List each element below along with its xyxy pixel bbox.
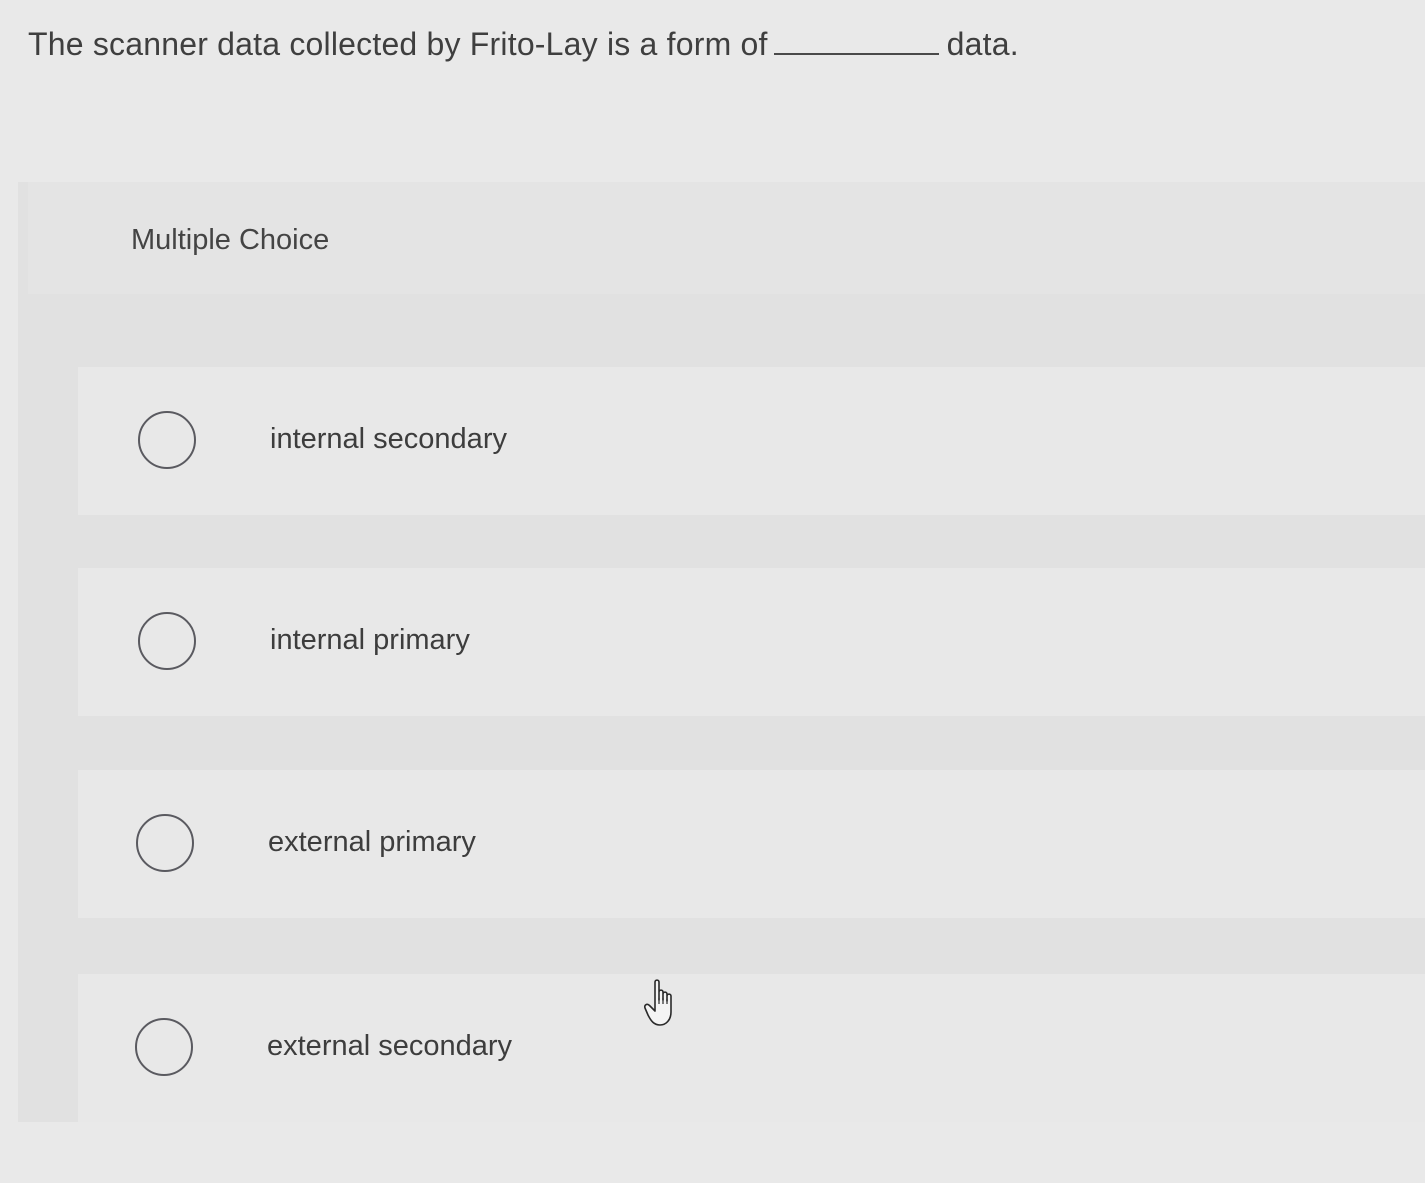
option-label: external primary — [268, 826, 476, 858]
hand-pointer-icon — [644, 979, 672, 1026]
question-type-label: Multiple Choice — [131, 224, 330, 256]
multiple-choice-panel: Multiple Choice internal secondary inter… — [18, 182, 1425, 1122]
panel-header: Multiple Choice — [28, 182, 1425, 294]
radio-button[interactable] — [138, 411, 196, 469]
radio-button[interactable] — [135, 1018, 193, 1076]
option-label: external secondary — [267, 1030, 513, 1062]
option-label: internal secondary — [270, 423, 507, 455]
option-internal-secondary[interactable]: internal secondary — [78, 367, 1425, 515]
question-blank — [773, 27, 939, 55]
question-text-after: data. — [946, 26, 1019, 62]
question-text-before: The scanner data collected by Frito-Lay … — [28, 26, 768, 62]
question-text: The scanner data collected by Frito-Lay … — [28, 26, 1019, 63]
option-internal-primary[interactable]: internal primary — [78, 568, 1425, 716]
option-external-secondary[interactable]: external secondary — [78, 974, 1425, 1122]
radio-button[interactable] — [138, 612, 196, 670]
option-external-primary[interactable]: external primary — [78, 770, 1425, 918]
radio-button[interactable] — [136, 814, 194, 872]
option-label: internal primary — [270, 624, 470, 656]
